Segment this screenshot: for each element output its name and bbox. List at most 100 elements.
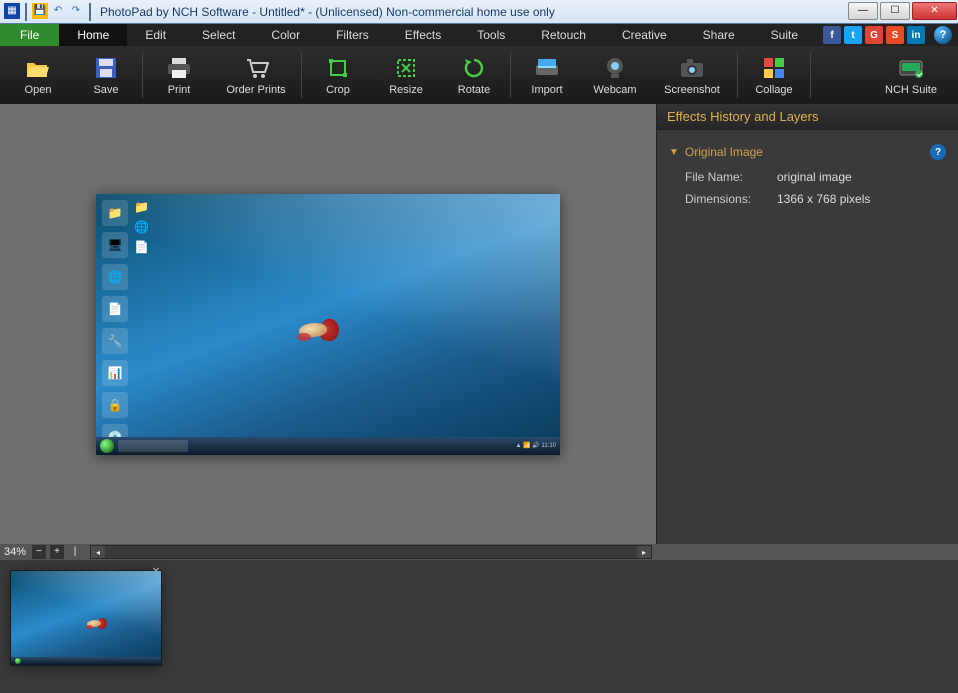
redo-icon[interactable]: ↷ — [68, 3, 84, 19]
quick-access-icons: ▦ 💾 ↶ ↷ — [0, 3, 98, 21]
menu-creative[interactable]: Creative — [604, 24, 685, 46]
menubar-right: f t G S in ? — [823, 24, 958, 46]
dimensions-value: 1366 x 768 pixels — [777, 192, 870, 206]
toolbar-separator — [301, 52, 302, 98]
separator — [89, 3, 91, 21]
open-folder-icon — [25, 55, 51, 81]
desktop-icons-column-1: 📁🖥🌐📄🔧📊🔒💿 — [102, 200, 128, 450]
menu-color[interactable]: Color — [253, 24, 318, 46]
scroll-left-button[interactable]: ◂ — [91, 546, 105, 558]
menu-tools[interactable]: Tools — [459, 24, 523, 46]
scroll-right-button[interactable]: ▸ — [637, 546, 651, 558]
prop-dimensions: Dimensions: 1366 x 768 pixels — [657, 188, 958, 210]
thumbnail-strip: × — [0, 560, 958, 693]
save-button[interactable]: Save — [72, 46, 140, 104]
crop-label: Crop — [326, 84, 350, 96]
filename-value: original image — [777, 170, 852, 184]
main-area: 📁🖥🌐📄🔧📊🔒💿 📁🌐📄 ▲ 📶 🔊 11:10 Effects History… — [0, 104, 958, 544]
resize-icon — [393, 55, 419, 81]
menu-filters[interactable]: Filters — [318, 24, 387, 46]
toolbar-separator — [142, 52, 143, 98]
order-label: Order Prints — [226, 84, 285, 96]
chevron-down-icon: ▼ — [669, 147, 679, 158]
webcam-button[interactable]: Webcam — [581, 46, 649, 104]
zoom-in-button[interactable]: + — [50, 545, 64, 559]
cart-icon — [243, 55, 269, 81]
dimensions-label: Dimensions: — [685, 192, 769, 206]
linkedin-icon[interactable]: in — [907, 26, 925, 44]
menu-retouch[interactable]: Retouch — [523, 24, 604, 46]
googleplus-icon[interactable]: G — [865, 26, 883, 44]
horizontal-scrollbar[interactable]: ◂ ▸ — [90, 545, 652, 559]
filename-label: File Name: — [685, 170, 769, 184]
section-title: Original Image — [685, 145, 924, 159]
import-label: Import — [531, 84, 562, 96]
zoom-out-button[interactable]: − — [32, 545, 46, 559]
image-taskbar: ▲ 📶 🔊 11:10 — [96, 437, 560, 455]
screenshot-label: Screenshot — [664, 84, 720, 96]
resize-label: Resize — [389, 84, 423, 96]
prop-filename: File Name: original image — [657, 166, 958, 188]
panel-body: ▼ Original Image ? File Name: original i… — [657, 130, 958, 544]
rotate-icon — [461, 55, 487, 81]
toolbar: Open Save Print Order Prints Crop Resize… — [0, 46, 958, 104]
toolbar-separator — [510, 52, 511, 98]
collage-label: Collage — [755, 84, 792, 96]
camera-icon — [679, 55, 705, 81]
help-badge-icon[interactable]: ? — [930, 144, 946, 160]
stumbleupon-icon[interactable]: S — [886, 26, 904, 44]
window-title: PhotoPad by NCH Software - Untitled* - (… — [98, 5, 847, 19]
crop-icon — [325, 55, 351, 81]
help-icon[interactable]: ? — [934, 26, 952, 44]
thumbnail-image — [11, 571, 161, 665]
effects-panel: Effects History and Layers ▼ Original Im… — [656, 104, 958, 544]
open-label: Open — [25, 84, 52, 96]
close-button[interactable]: ✕ — [912, 2, 957, 20]
maximize-button[interactable]: ☐ — [880, 2, 910, 20]
print-button[interactable]: Print — [145, 46, 213, 104]
section-original-image[interactable]: ▼ Original Image ? — [657, 138, 958, 166]
twitter-icon[interactable]: t — [844, 26, 862, 44]
app-icon: ▦ — [4, 3, 20, 19]
status-bar: 34% − + | ◂ ▸ — [0, 544, 958, 560]
order-prints-button[interactable]: Order Prints — [213, 46, 299, 104]
menu-edit[interactable]: Edit — [127, 24, 184, 46]
crop-button[interactable]: Crop — [304, 46, 372, 104]
menu-suite[interactable]: Suite — [753, 24, 816, 46]
desktop-icons-column-2: 📁🌐📄 — [134, 200, 149, 254]
print-label: Print — [168, 84, 191, 96]
window-controls: — ☐ ✕ — [847, 2, 958, 22]
toolbar-separator — [737, 52, 738, 98]
toolbar-separator — [810, 52, 811, 98]
menu-select[interactable]: Select — [184, 24, 253, 46]
zoom-value: 34% — [4, 546, 28, 558]
minimize-button[interactable]: — — [848, 2, 878, 20]
printer-icon — [166, 55, 192, 81]
undo-icon[interactable]: ↶ — [50, 3, 66, 19]
open-button[interactable]: Open — [4, 46, 72, 104]
zoom-controls: 34% − + | ◂ ▸ — [0, 545, 656, 559]
collage-button[interactable]: Collage — [740, 46, 808, 104]
webcam-label: Webcam — [593, 84, 636, 96]
window-titlebar: ▦ 💾 ↶ ↷ PhotoPad by NCH Software - Untit… — [0, 0, 958, 24]
save-label: Save — [93, 84, 118, 96]
menu-file[interactable]: File — [0, 24, 59, 46]
import-button[interactable]: Import — [513, 46, 581, 104]
nch-label: NCH Suite — [885, 84, 937, 96]
menu-share[interactable]: Share — [685, 24, 753, 46]
canvas-area[interactable]: 📁🖥🌐📄🔧📊🔒💿 📁🌐📄 ▲ 📶 🔊 11:10 — [0, 104, 656, 544]
webcam-icon — [602, 55, 628, 81]
separator — [25, 3, 27, 21]
facebook-icon[interactable]: f — [823, 26, 841, 44]
rotate-button[interactable]: Rotate — [440, 46, 508, 104]
screenshot-button[interactable]: Screenshot — [649, 46, 735, 104]
resize-button[interactable]: Resize — [372, 46, 440, 104]
collage-icon — [761, 55, 787, 81]
menu-home[interactable]: Home — [59, 24, 127, 46]
suite-icon — [898, 55, 924, 81]
open-image[interactable]: 📁🖥🌐📄🔧📊🔒💿 📁🌐📄 ▲ 📶 🔊 11:10 — [96, 194, 560, 455]
save-quick-icon[interactable]: 💾 — [32, 3, 48, 19]
thumbnail-item[interactable]: × — [10, 570, 162, 666]
nch-suite-button[interactable]: NCH Suite — [868, 46, 954, 104]
menu-effects[interactable]: Effects — [387, 24, 459, 46]
